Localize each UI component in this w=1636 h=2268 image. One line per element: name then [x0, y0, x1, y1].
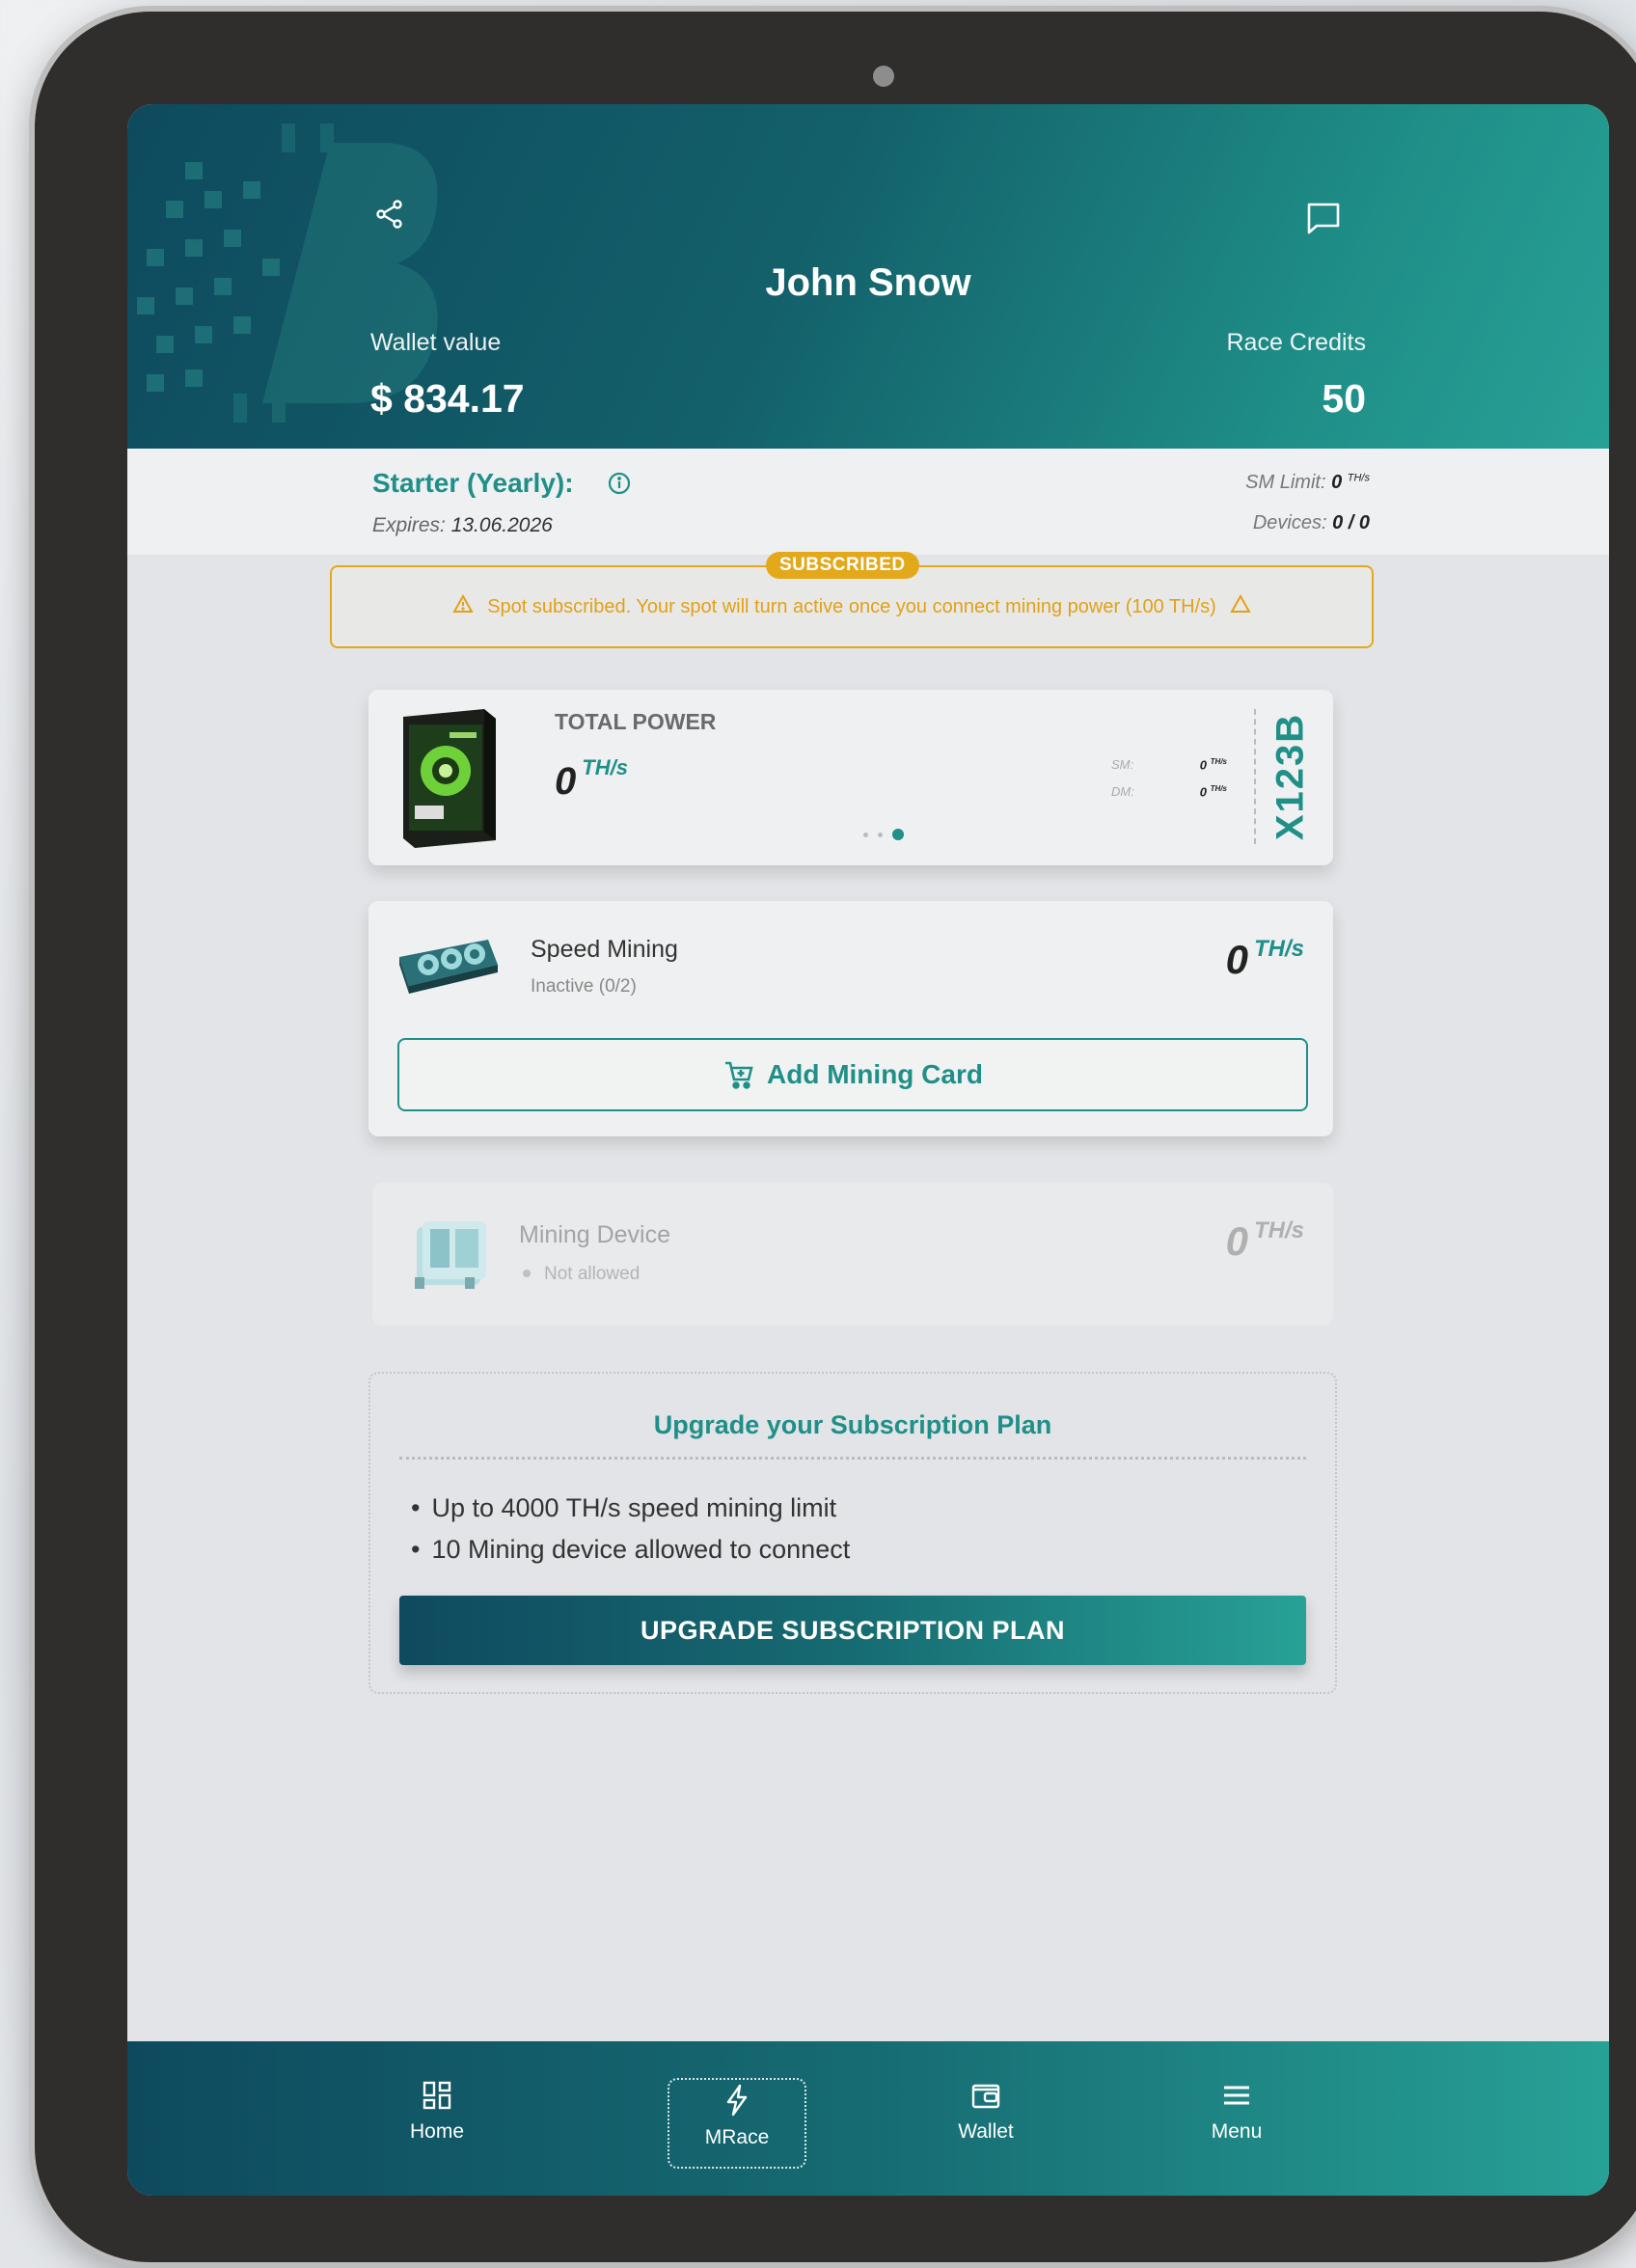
subscribed-badge: SUBSCRIBED — [766, 552, 919, 579]
mining-device-status-text: Not allowed — [544, 1264, 641, 1284]
total-power-card[interactable]: TOTAL POWER 0 TH/s SM: 0 TH/s DM: 0 TH/s … — [368, 690, 1333, 865]
sm-mini-label: SM: — [1111, 757, 1134, 772]
profile-header: John Snow Wallet value $ 834.17 Race Cre… — [127, 104, 1609, 449]
sm-mini-unit: TH/s — [1210, 757, 1227, 766]
nav-label-menu: Menu — [1211, 2120, 1263, 2143]
expires-value: 13.06.2026 — [450, 514, 553, 536]
dm-mini-value: 0 TH/s — [1200, 784, 1227, 799]
race-credits-value: 50 — [1322, 376, 1366, 421]
mining-device-status: Not allowed — [519, 1264, 640, 1285]
dm-mini: DM: 0 TH/s — [1111, 784, 1227, 799]
user-name: John Snow — [765, 261, 971, 304]
share-icon[interactable] — [368, 193, 411, 235]
upgrade-subscription-button[interactable]: UPGRADE SUBSCRIPTION PLAN — [399, 1596, 1306, 1665]
nav-label-wallet: Wallet — [958, 2120, 1014, 2143]
nav-label-mrace: MRace — [704, 2126, 770, 2148]
nav-item-menu[interactable]: Menu — [1169, 2080, 1304, 2144]
card-divider — [1254, 709, 1256, 844]
sm-mini: SM: 0 TH/s — [1111, 757, 1227, 772]
sm-limit: SM Limit: 0 TH/s — [1245, 472, 1370, 494]
cart-icon — [725, 1061, 753, 1089]
bolt-icon — [726, 2084, 748, 2117]
carousel-dot[interactable] — [863, 832, 868, 837]
speed-mining-status: Inactive (0/2) — [531, 976, 637, 997]
dm-mini-number: 0 — [1199, 784, 1208, 800]
tablet-frame: John Snow Wallet value $ 834.17 Race Cre… — [35, 12, 1636, 2262]
speed-mining-value: 0 TH/s — [1226, 936, 1304, 983]
sm-mini-value: 0 TH/s — [1200, 757, 1227, 772]
subscription-plan-bar: Starter (Yearly): Expires: 13.06.2026 SM… — [127, 449, 1609, 555]
divider — [399, 1457, 1306, 1460]
mining-device-title: Mining Device — [519, 1221, 671, 1248]
warning-icon — [452, 593, 474, 619]
menu-icon — [1224, 2086, 1249, 2105]
wallet-value: $ 834.17 — [370, 376, 525, 421]
mining-device-unit: TH/s — [1253, 1217, 1304, 1243]
speed-mining-unit: TH/s — [1253, 936, 1304, 962]
total-power-value: 0 TH/s — [555, 755, 628, 804]
spot-code: X123B — [1268, 712, 1312, 841]
upgrade-plan-box: Upgrade your Subscription Plan Up to 400… — [368, 1372, 1337, 1694]
notice-text: Spot subscribed. Your spot will turn act… — [487, 595, 1216, 617]
add-mining-card-button[interactable]: Add Mining Card — [397, 1038, 1308, 1111]
carousel-dot-active[interactable] — [892, 829, 904, 840]
upgrade-feature-list: Up to 4000 TH/s speed mining limit 10 Mi… — [411, 1488, 850, 1571]
total-power-number: 0 — [555, 760, 577, 803]
plan-name: Starter (Yearly): — [372, 468, 574, 498]
sm-limit-unit: TH/s — [1347, 472, 1370, 484]
chat-icon[interactable] — [1302, 197, 1345, 239]
speed-mining-card: Speed Mining Inactive (0/2) 0 TH/s Add Mi… — [368, 901, 1333, 1136]
app-screen: John Snow Wallet value $ 834.17 Race Cre… — [127, 104, 1609, 2196]
mining-device-card: Mining Device Not allowed 0 TH/s — [372, 1183, 1333, 1325]
carousel-dot[interactable] — [878, 832, 883, 837]
dm-mini-label: DM: — [1111, 784, 1134, 799]
miner-box-image — [403, 709, 496, 848]
nav-item-wallet[interactable]: Wallet — [918, 2080, 1053, 2144]
devices-label: Devices: — [1252, 512, 1327, 533]
sm-limit-label: SM Limit: — [1245, 472, 1326, 493]
nav-label-home: Home — [409, 2120, 465, 2143]
mining-device-number: 0 — [1225, 1218, 1248, 1264]
speed-mining-title: Speed Mining — [531, 936, 678, 963]
upgrade-title: Upgrade your Subscription Plan — [653, 1410, 1052, 1439]
upgrade-feature: 10 Mining device allowed to connect — [411, 1529, 850, 1571]
wallet-icon — [971, 2084, 1000, 2109]
sm-mini-number: 0 — [1199, 757, 1208, 773]
add-mining-card-label: Add Mining Card — [767, 1059, 983, 1089]
nav-item-mrace[interactable]: MRace — [668, 2078, 806, 2169]
dm-mini-unit: TH/s — [1210, 784, 1227, 793]
gpu-card-image — [399, 940, 498, 994]
plan-expiry: Expires: 13.06.2026 — [372, 514, 553, 537]
expires-label: Expires: — [372, 514, 446, 536]
carousel-dots[interactable] — [863, 829, 904, 840]
camera-dot — [873, 66, 894, 87]
devices-value: 0 / 0 — [1332, 512, 1370, 533]
upgrade-feature: Up to 4000 TH/s speed mining limit — [411, 1488, 850, 1529]
mining-device-image — [415, 1221, 486, 1289]
home-grid-icon — [423, 2081, 451, 2110]
bottom-navigation: Home MRace Wallet Menu — [127, 2041, 1609, 2196]
total-power-label: TOTAL POWER — [555, 709, 717, 734]
nav-item-home[interactable]: Home — [369, 2080, 504, 2144]
sm-limit-value: 0 — [1331, 472, 1343, 493]
speed-mining-number: 0 — [1225, 937, 1248, 982]
status-dot — [523, 1270, 531, 1277]
wallet-value-label: Wallet value — [370, 329, 502, 356]
race-credits-label: Race Credits — [1226, 329, 1367, 356]
total-power-unit: TH/s — [582, 755, 628, 779]
devices-count: Devices: 0 / 0 — [1253, 512, 1370, 534]
info-icon[interactable] — [606, 470, 633, 497]
warning-icon — [1230, 593, 1251, 619]
mining-device-value: 0 TH/s — [1226, 1217, 1304, 1265]
